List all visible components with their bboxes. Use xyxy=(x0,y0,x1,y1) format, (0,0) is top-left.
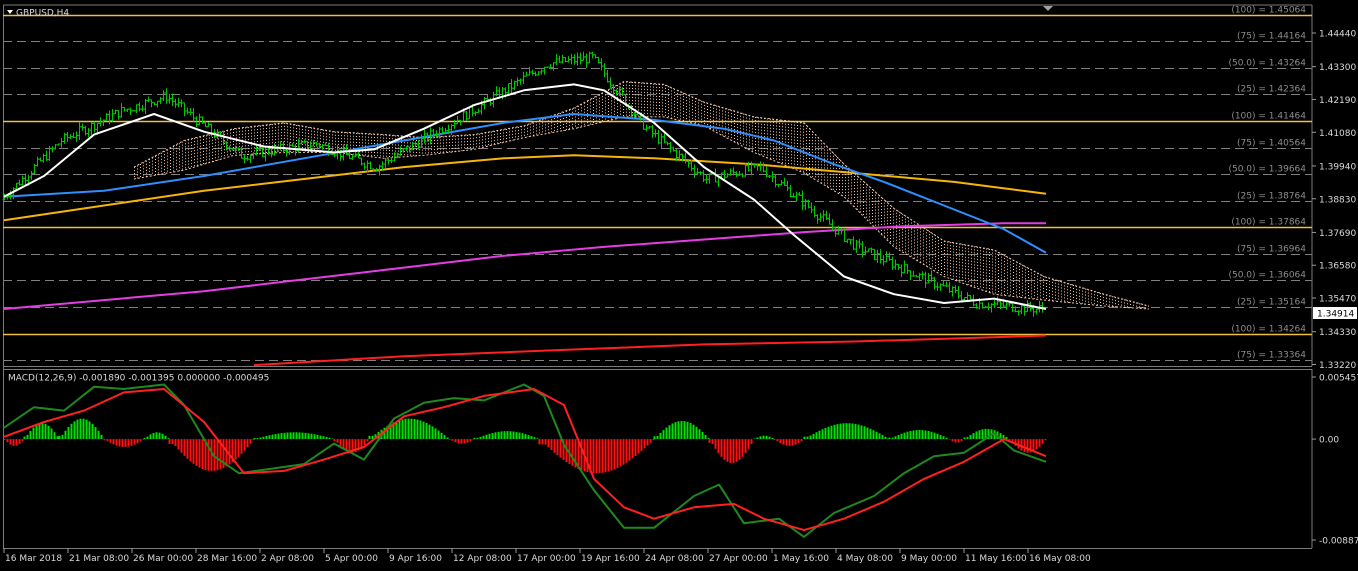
fib-level-label: (25) = 1.38764 xyxy=(1237,192,1306,202)
time-tick-label: 24 Apr 08:00 xyxy=(645,554,704,564)
time-tick-label: 19 Apr 16:00 xyxy=(581,554,640,564)
time-tick-label: 12 Apr 08:00 xyxy=(453,554,512,564)
price-tick-label: 1.44440 xyxy=(1319,30,1356,40)
fib-level-label: (75) = 1.36964 xyxy=(1237,245,1306,255)
current-price-label: 1.34914 xyxy=(1317,310,1354,320)
price-tick-label: 1.41080 xyxy=(1319,129,1356,139)
price-tick-label: 1.35470 xyxy=(1319,295,1356,305)
time-tick-label: 11 May 16:00 xyxy=(965,554,1027,564)
time-tick-label: 28 Mar 16:00 xyxy=(197,554,257,564)
fib-level-label: (75) = 1.40564 xyxy=(1237,139,1306,149)
price-tick-label: 1.34330 xyxy=(1319,328,1356,338)
fib-level-label: (100) = 1.34264 xyxy=(1231,325,1306,335)
price-tick-label: 1.36580 xyxy=(1319,262,1356,272)
time-tick-label: 27 Apr 00:00 xyxy=(709,554,768,564)
fib-level-label: (100) = 1.45064 xyxy=(1231,6,1306,16)
macd-tick-label: 0.005457 xyxy=(1319,374,1358,384)
price-tick-label: 1.38830 xyxy=(1319,195,1356,205)
fib-level-label: (50.0) = 1.36064 xyxy=(1228,271,1306,281)
price-tick-label: 1.39940 xyxy=(1319,162,1356,172)
time-tick-label: 21 Mar 08:00 xyxy=(69,554,129,564)
time-tick-label: 16 May 08:00 xyxy=(1029,554,1091,564)
fib-level-label: (75) = 1.44164 xyxy=(1237,32,1306,42)
fib-level-label: (100) = 1.37864 xyxy=(1231,218,1306,228)
chart-background xyxy=(0,0,1358,571)
fib-level-label: (25) = 1.35164 xyxy=(1237,298,1306,308)
fib-level-label: (50.0) = 1.39664 xyxy=(1228,165,1306,175)
time-tick-label: 1 May 16:00 xyxy=(773,554,829,564)
time-tick-label: 4 May 08:00 xyxy=(837,554,893,564)
price-tick-label: 1.42190 xyxy=(1319,96,1356,106)
macd-tick-label: 0.00 xyxy=(1319,436,1339,446)
time-tick-label: 9 May 00:00 xyxy=(901,554,957,564)
price-tick-label: 1.37690 xyxy=(1319,229,1356,239)
fib-level-label: (100) = 1.41464 xyxy=(1231,112,1306,122)
fib-level-label: (75) = 1.33364 xyxy=(1237,351,1306,361)
chart-svg[interactable]: (100) = 1.45064 (75) = 1.44164 (50.0) = 1.… xyxy=(0,0,1358,571)
chart-title: GBPUSD,H4 xyxy=(16,9,69,19)
time-tick-label: 2 Apr 08:00 xyxy=(261,554,314,564)
macd-title: MACD(12,26,9) -0.001890 -0.001395 0.0000… xyxy=(8,374,269,384)
price-tick-label: 1.33220 xyxy=(1319,361,1356,371)
fib-level-label: (25) = 1.42364 xyxy=(1237,85,1306,95)
time-tick-label: 5 Apr 00:00 xyxy=(325,554,378,564)
time-tick-label: 16 Mar 2018 xyxy=(5,554,62,564)
time-tick-label: 17 Apr 00:00 xyxy=(517,554,576,564)
time-tick-label: 26 Mar 00:00 xyxy=(133,554,193,564)
macd-tick-label: -0.00887 xyxy=(1319,537,1358,547)
time-tick-label: 9 Apr 16:00 xyxy=(389,554,442,564)
fib-level-label: (50.0) = 1.43264 xyxy=(1228,59,1306,69)
price-tick-label: 1.43300 xyxy=(1319,63,1356,73)
chart-window: (100) = 1.45064 (75) = 1.44164 (50.0) = 1.… xyxy=(0,0,1358,571)
